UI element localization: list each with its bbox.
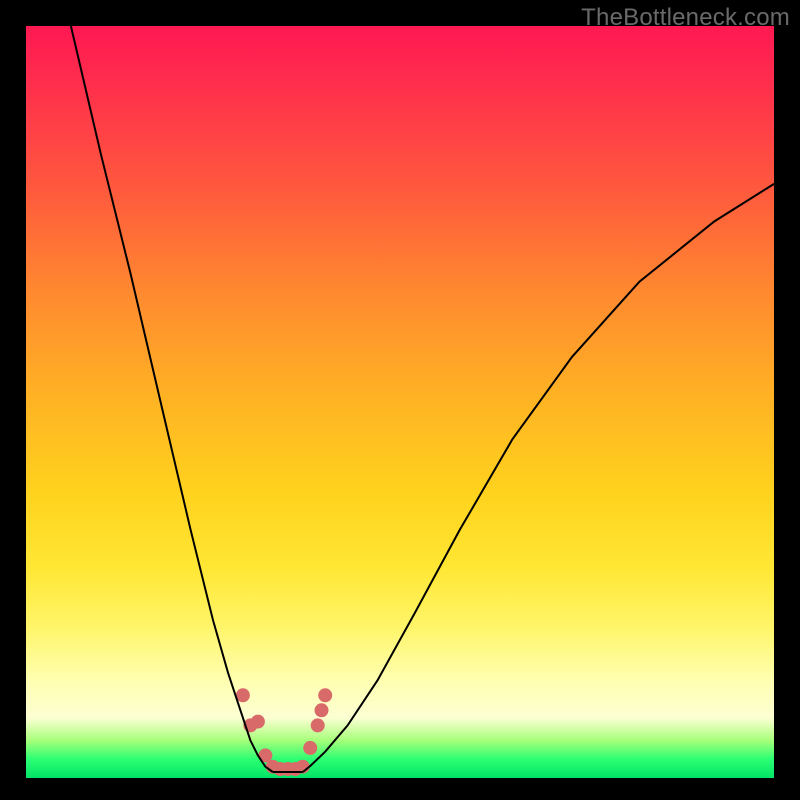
chart-svg xyxy=(26,26,774,778)
chart-frame: TheBottleneck.com xyxy=(0,0,800,800)
curve-left xyxy=(71,26,273,772)
valley-marker-dash xyxy=(280,763,291,775)
valley-marker xyxy=(315,703,329,717)
valley-markers-group xyxy=(236,688,332,776)
curve-right xyxy=(303,184,774,772)
valley-marker xyxy=(303,741,317,755)
watermark-text: TheBottleneck.com xyxy=(581,4,790,32)
valley-marker xyxy=(311,718,325,732)
valley-marker xyxy=(251,715,265,729)
valley-marker xyxy=(318,688,332,702)
